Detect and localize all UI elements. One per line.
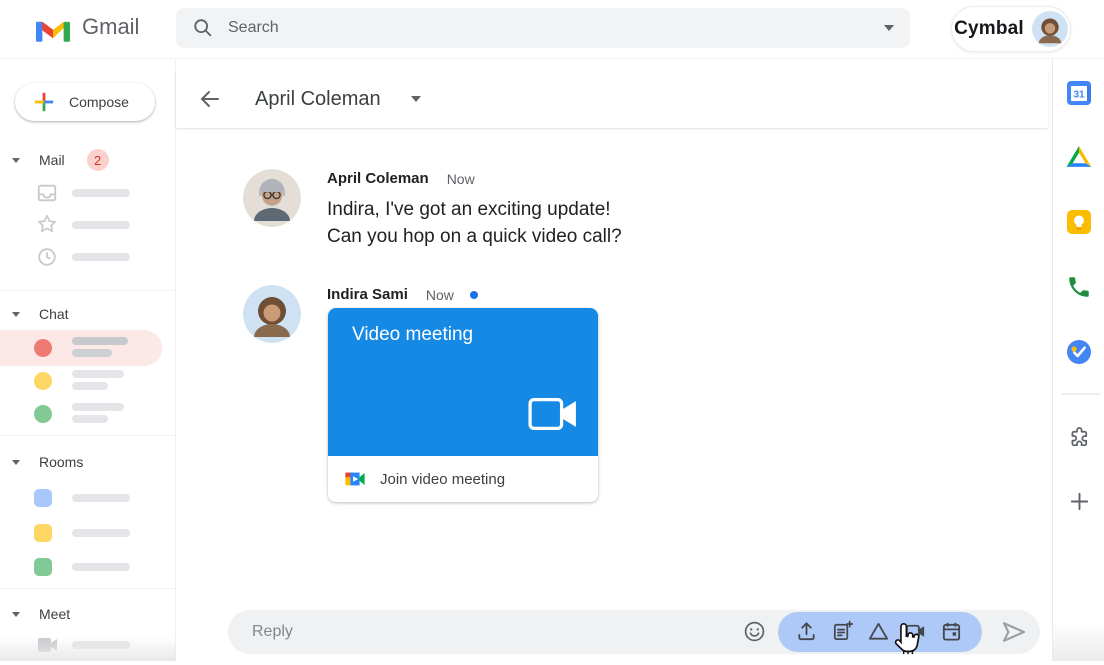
top-bar: Gmail Cymbal: [0, 0, 1104, 59]
emoji-icon[interactable]: [743, 620, 766, 643]
skeleton-bar: [72, 415, 108, 423]
skeleton-bar: [72, 494, 130, 502]
clock-icon[interactable]: [36, 246, 58, 273]
star-icon[interactable]: [36, 213, 58, 240]
gmail-logo-icon: [36, 16, 70, 47]
google-drive-icon[interactable]: [1066, 145, 1092, 168]
chat-section-label: Chat: [39, 306, 69, 322]
room-avatar[interactable]: [34, 489, 52, 507]
join-video-meeting-button[interactable]: Join video meeting: [328, 456, 598, 502]
chat-contact-avatar[interactable]: [34, 372, 52, 390]
upload-icon[interactable]: [795, 620, 818, 643]
add-note-icon[interactable]: [831, 620, 854, 643]
mail-section-label: Mail: [39, 152, 65, 168]
search-icon: [192, 17, 214, 39]
drive-icon[interactable]: [867, 620, 890, 643]
user-avatar[interactable]: [1032, 11, 1068, 47]
message-meta: Indira Sami Now: [327, 286, 478, 303]
chevron-down-icon[interactable]: [12, 460, 20, 465]
sidebar-section-rooms[interactable]: Rooms: [0, 452, 176, 472]
inbox-icon[interactable]: [36, 182, 58, 209]
chevron-down-icon[interactable]: [12, 312, 20, 317]
message-meta: April Coleman Now: [327, 170, 475, 187]
reply-input[interactable]: [252, 610, 672, 654]
rooms-section-label: Rooms: [39, 454, 83, 470]
sidebar-section-chat[interactable]: Chat: [0, 304, 176, 324]
phone-call-icon[interactable]: [1066, 274, 1092, 300]
unread-dot: [470, 291, 478, 299]
chat-selected-row[interactable]: [0, 330, 162, 366]
sidebar-section-mail[interactable]: Mail 2: [0, 150, 176, 170]
app-title: Gmail: [82, 14, 139, 40]
skeleton-bar: [72, 189, 130, 197]
message-timestamp: Now: [426, 287, 454, 303]
room-avatar[interactable]: [34, 524, 52, 542]
conversation-options-caret-icon[interactable]: [411, 96, 421, 102]
chevron-down-icon[interactable]: [12, 158, 20, 163]
google-tasks-icon[interactable]: [1066, 339, 1092, 365]
divider: [0, 588, 176, 589]
video-call-icon[interactable]: [904, 620, 927, 643]
video-card-title: Video meeting: [352, 324, 473, 346]
skeleton-bar: [72, 529, 130, 537]
skeleton-bar: [72, 370, 124, 378]
chat-contact-avatar[interactable]: [34, 405, 52, 423]
search-options-caret-icon[interactable]: [884, 25, 894, 31]
right-app-rail: 31: [1052, 59, 1104, 661]
account-pill[interactable]: Cymbal: [951, 6, 1071, 52]
send-icon[interactable]: [999, 617, 1029, 647]
skeleton-bar: [72, 641, 130, 649]
mail-unread-badge: 2: [87, 149, 109, 171]
chat-panel: April Coleman April Coleman Now Indira, …: [176, 59, 1052, 661]
skeleton-bar: [72, 382, 108, 390]
video-camera-icon: [526, 393, 580, 440]
google-calendar-icon[interactable]: 31: [1066, 80, 1092, 106]
conversation-header: April Coleman: [176, 70, 1048, 128]
sender-avatar: [243, 285, 301, 343]
skeleton-bar: [72, 253, 130, 261]
calendar-icon[interactable]: [940, 620, 963, 643]
left-sidebar: Compose Mail 2 Chat Rooms: [0, 59, 176, 661]
search-input[interactable]: [228, 19, 884, 37]
compose-plus-icon: [33, 91, 55, 113]
sender-avatar: [243, 169, 301, 227]
skeleton-bar: [72, 563, 130, 571]
chevron-down-icon[interactable]: [12, 612, 20, 617]
message-line: Can you hop on a quick video call?: [327, 223, 622, 250]
meet-section-label: Meet: [39, 606, 70, 622]
skeleton-bar: [72, 403, 124, 411]
video-camera-icon[interactable]: [36, 635, 60, 660]
compose-button[interactable]: Compose: [15, 83, 155, 121]
message-timestamp: Now: [447, 171, 475, 187]
room-avatar[interactable]: [34, 558, 52, 576]
skeleton-bar: [72, 337, 128, 345]
rail-fade: [1053, 621, 1104, 661]
add-panel-plus-icon[interactable]: [1068, 490, 1091, 513]
addons-puzzle-icon[interactable]: [1067, 425, 1092, 450]
divider: [1062, 393, 1100, 395]
sidebar-section-meet[interactable]: Meet: [0, 604, 176, 624]
google-keep-icon[interactable]: [1066, 209, 1092, 235]
compose-label: Compose: [69, 94, 129, 110]
video-meeting-card[interactable]: Video meeting Join video meeting: [328, 308, 598, 502]
skeleton-bar: [72, 349, 112, 357]
divider: [0, 290, 176, 291]
google-meet-icon: [344, 468, 366, 490]
message-sender: Indira Sami: [327, 286, 408, 303]
skeleton-bar: [72, 221, 130, 229]
message-sender: April Coleman: [327, 170, 429, 187]
search-bar[interactable]: [176, 8, 910, 48]
brand-logo: Cymbal: [954, 18, 1024, 40]
svg-text:31: 31: [1073, 90, 1085, 101]
message-text: Indira, I've got an exciting update! Can…: [327, 196, 622, 250]
back-arrow-icon[interactable]: [198, 87, 222, 111]
join-video-meeting-label: Join video meeting: [380, 471, 505, 488]
message-line: Indira, I've got an exciting update!: [327, 196, 622, 223]
divider: [0, 435, 176, 436]
chat-contact-avatar[interactable]: [34, 339, 52, 357]
video-meeting-banner[interactable]: Video meeting: [328, 308, 598, 456]
conversation-title: April Coleman: [255, 88, 381, 111]
